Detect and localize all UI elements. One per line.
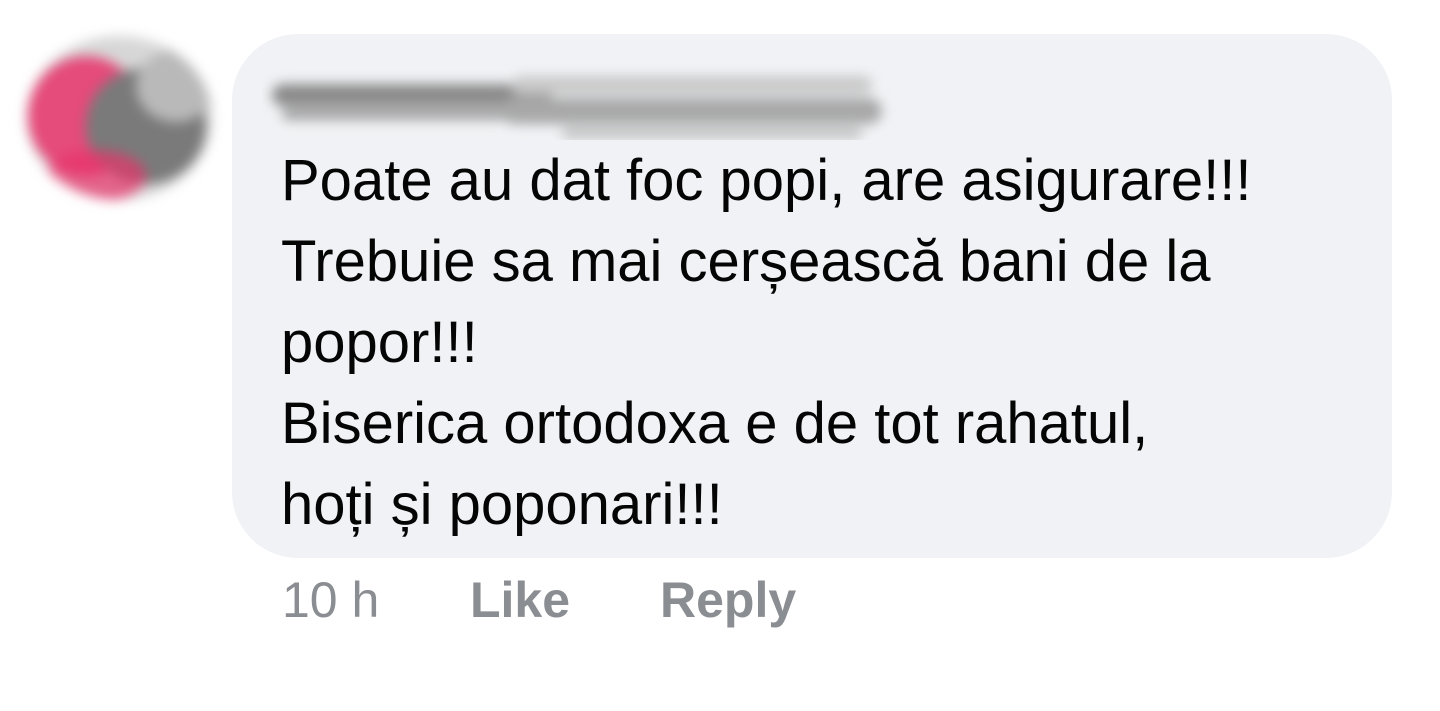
comment: Poate au dat foc popi, are asigurare!!! … <box>0 0 1440 711</box>
reply-button[interactable]: Reply <box>660 568 796 632</box>
comment-text: Poate au dat foc popi, are asigurare!!! … <box>281 140 1361 545</box>
author-name[interactable] <box>262 54 902 140</box>
avatar-image <box>26 36 212 200</box>
timestamp[interactable]: 10 h <box>282 568 379 632</box>
avatar[interactable] <box>26 36 212 200</box>
comment-text-line: popor!!! <box>281 310 478 375</box>
comment-text-line: hoți și poponari!!! <box>281 472 723 537</box>
comment-text-line: Trebuie sa mai cerșească bani de la <box>281 229 1211 294</box>
redacted-name <box>272 76 882 138</box>
comment-text-line: Poate au dat foc popi, are asigurare!!! <box>281 148 1252 213</box>
comment-text-line: Biserica ortodoxa e de tot rahatul, <box>281 391 1149 456</box>
like-button[interactable]: Like <box>470 568 570 632</box>
comment-bubble: Poate au dat foc popi, are asigurare!!! … <box>232 34 1392 558</box>
